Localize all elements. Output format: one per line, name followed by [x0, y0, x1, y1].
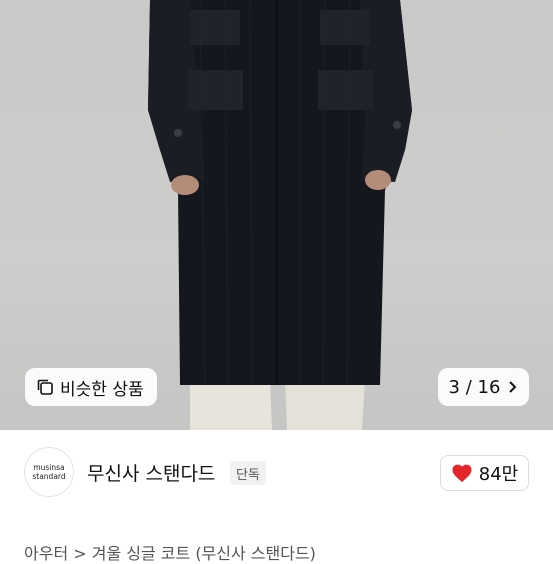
brand-logo[interactable]: musinsa standard: [24, 447, 74, 497]
like-count: 84만: [478, 464, 519, 485]
exclusive-badge: 단독: [230, 461, 266, 485]
copy-icon: [37, 379, 53, 395]
category-breadcrumb[interactable]: 아우터 > 겨울 싱글 코트 (무신사 스탠다드): [24, 540, 316, 564]
brand-logo-line2: standard: [32, 472, 66, 481]
product-image[interactable]: 비슷한 상품 3 / 16: [0, 0, 553, 430]
similar-products-button[interactable]: 비슷한 상품: [25, 368, 157, 406]
similar-products-label: 비슷한 상품: [60, 379, 144, 400]
brand-logo-line1: musinsa: [33, 463, 65, 472]
like-button[interactable]: 84만: [440, 455, 529, 491]
counter-total: 16: [477, 376, 501, 398]
image-counter[interactable]: 3 / 16: [438, 368, 529, 406]
chevron-right-icon: [509, 381, 517, 393]
brand-name[interactable]: 무신사 스탠다드: [87, 459, 215, 486]
counter-current: 3: [448, 376, 460, 398]
counter-text: 3 / 16: [449, 377, 501, 398]
heart-icon: [452, 464, 472, 483]
counter-separator: /: [465, 376, 472, 398]
product-info: [0, 430, 553, 553]
coat-photo: [148, 0, 412, 430]
